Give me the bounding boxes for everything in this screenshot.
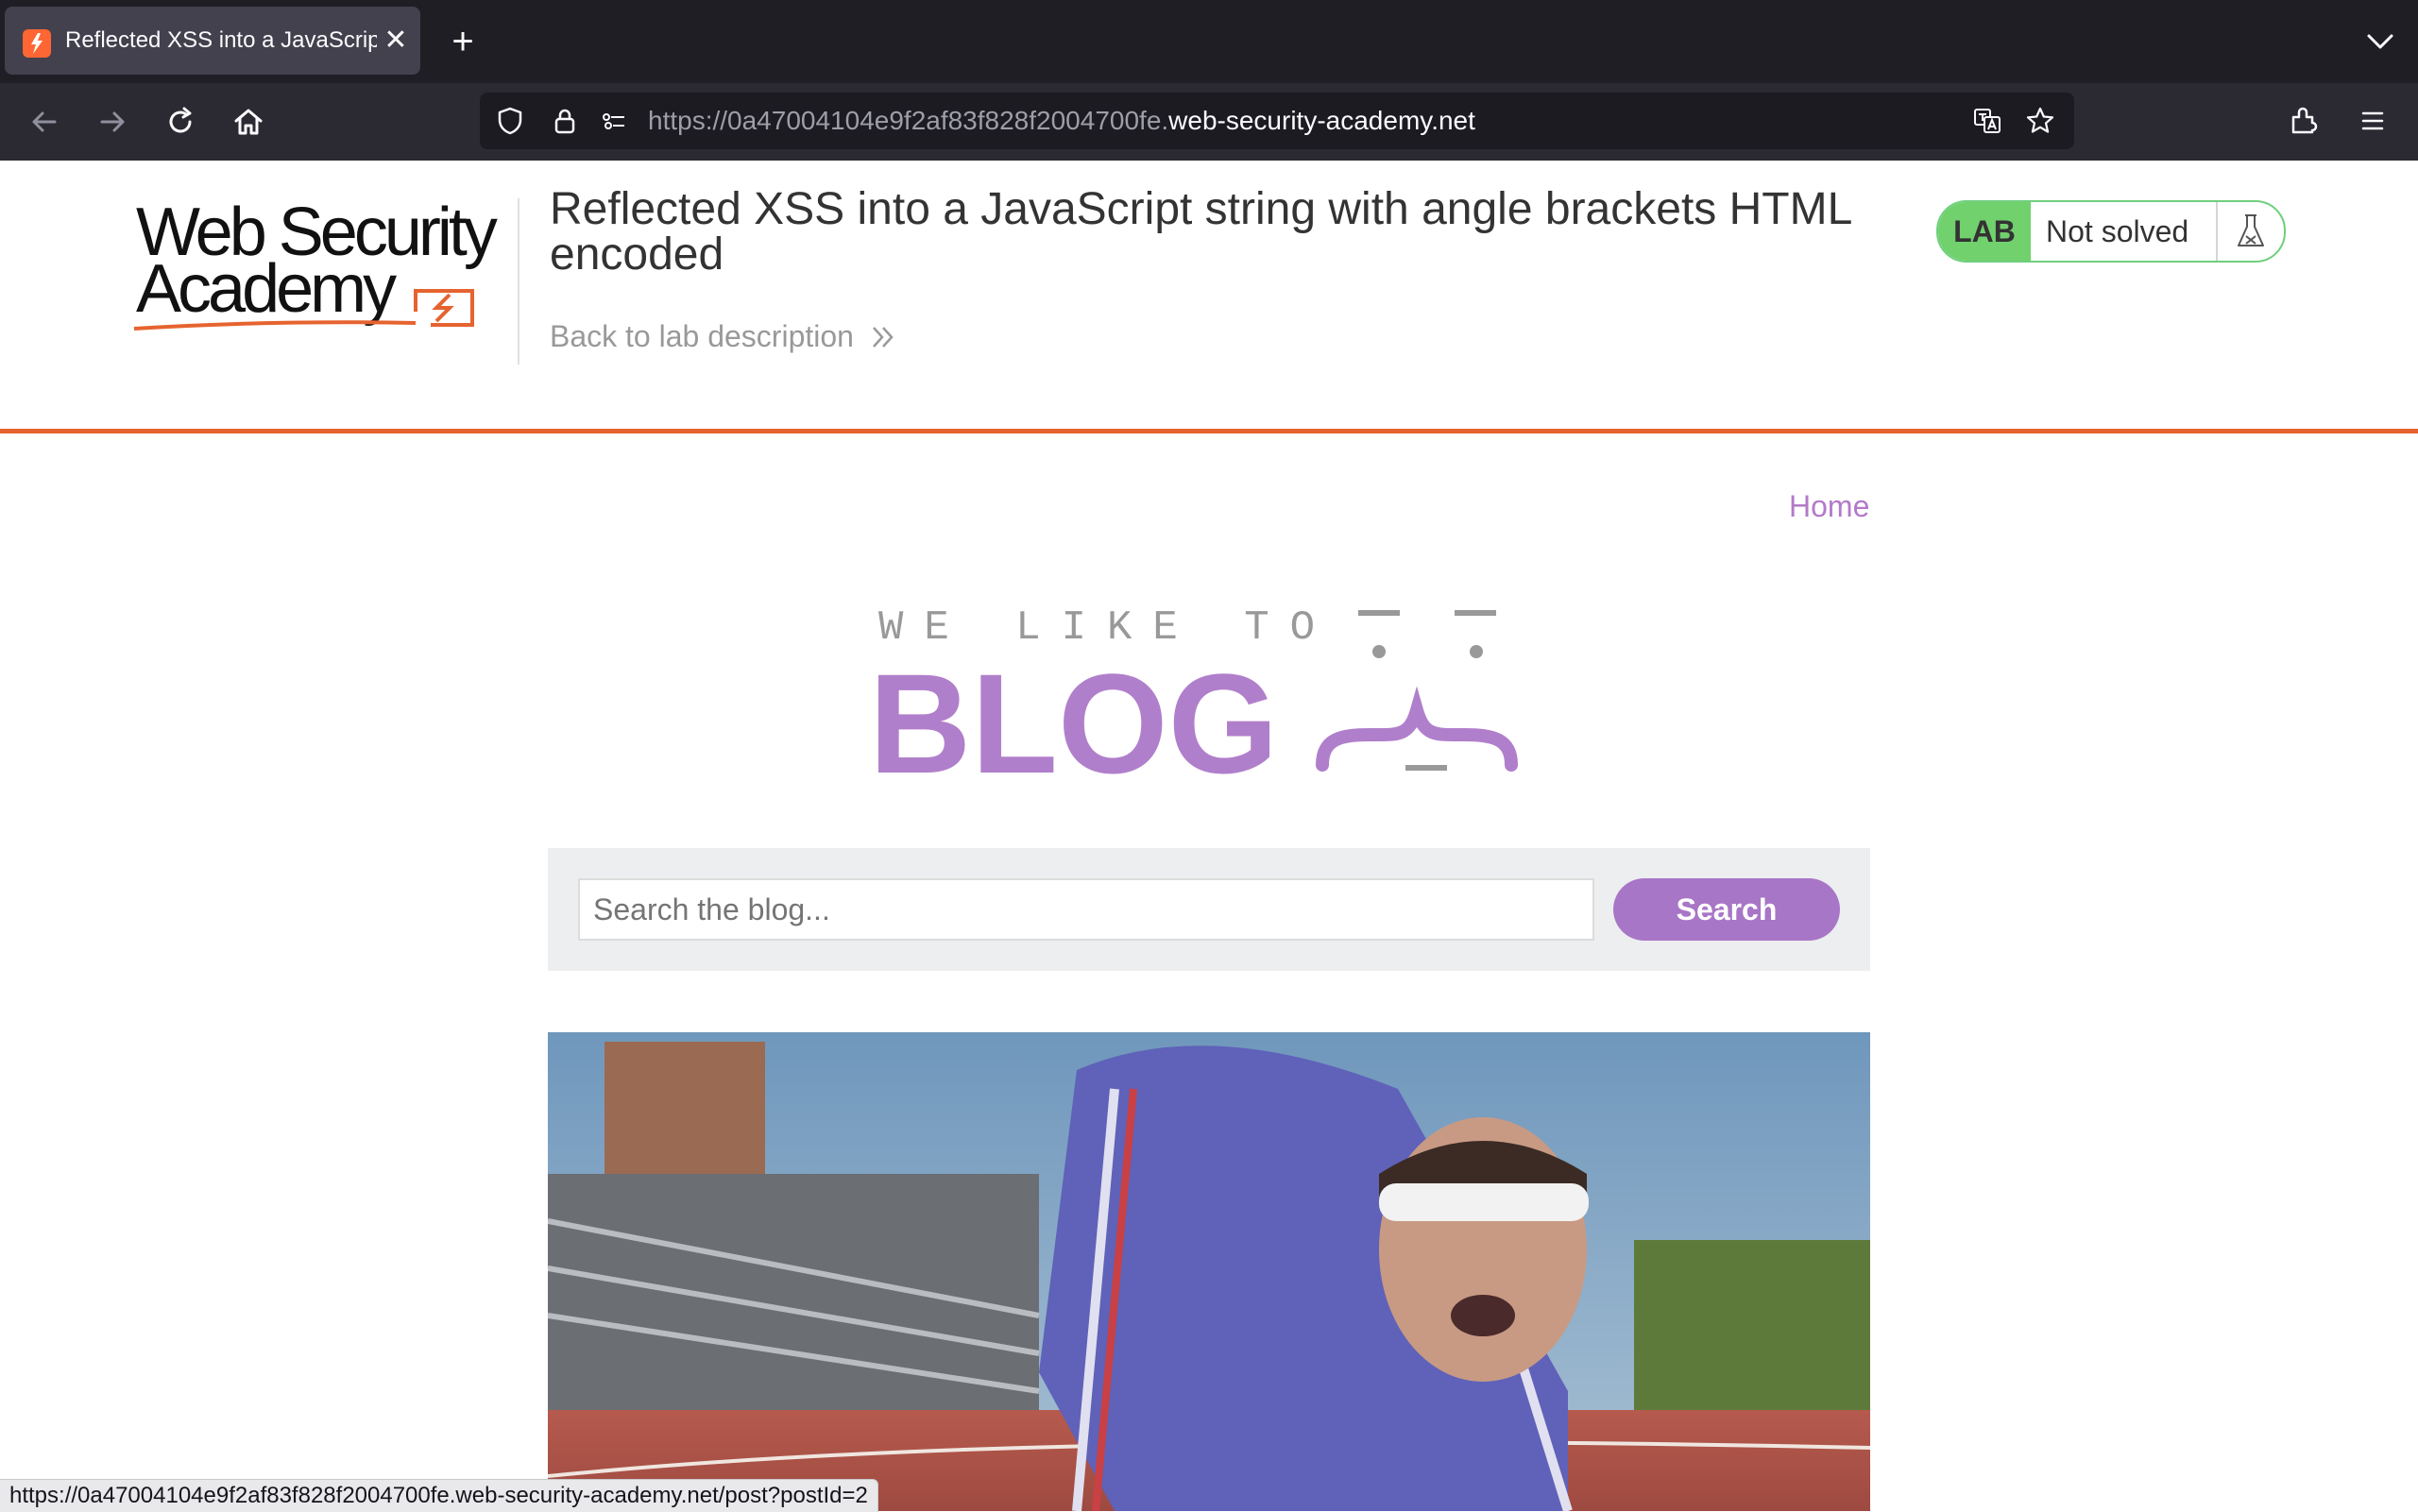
home-icon[interactable]: [227, 100, 270, 144]
new-tab-icon[interactable]: +: [444, 21, 482, 62]
lab-badge: LAB: [1938, 202, 2031, 261]
extensions-icon[interactable]: [2284, 100, 2325, 142]
url-text[interactable]: https://0a47004104e9f2af83f828f2004700fe…: [648, 93, 1475, 149]
lab-status-widget: LAB Not solved: [1936, 200, 2286, 263]
search-panel: Search: [548, 848, 1870, 971]
browser-tab-active[interactable]: Reflected XSS into a JavaScript string w…: [5, 7, 420, 75]
blog-post-image[interactable]: [548, 1032, 1870, 1511]
search-button[interactable]: Search: [1613, 878, 1840, 941]
flask-icon[interactable]: [2218, 202, 2284, 261]
reload-icon[interactable]: [159, 100, 202, 144]
header-divider: [518, 198, 519, 365]
browser-nav-bar: https://0a47004104e9f2af83f828f2004700fe…: [0, 83, 2418, 161]
shield-icon[interactable]: [495, 106, 525, 136]
tab-close-icon[interactable]: ✕: [381, 24, 411, 58]
nav-home-link[interactable]: Home: [1789, 489, 1869, 524]
site-permissions-icon[interactable]: [599, 106, 629, 136]
portswigger-favicon-icon: [23, 29, 51, 58]
link-preview-status-bar: https://0a47004104e9f2af83f828f2004700fe…: [0, 1479, 878, 1512]
tab-list-chevron-icon[interactable]: [2363, 25, 2397, 59]
browser-tab-bar: Reflected XSS into a JavaScript string w…: [0, 0, 2418, 83]
tab-title: Reflected XSS into a JavaScript string w…: [65, 27, 377, 53]
lock-icon[interactable]: [550, 106, 580, 136]
forward-arrow-icon[interactable]: [91, 100, 134, 144]
address-bar[interactable]: https://0a47004104e9f2af83f828f2004700fe…: [480, 93, 2074, 149]
lab-status-text: Not solved: [2031, 202, 2218, 261]
we-like-to-blog-banner: WE LIKE TO BLOG: [869, 595, 1549, 803]
url-prefix: https://0a47004104e9f2af83f828f2004700fe…: [648, 106, 1169, 135]
menu-hamburger-icon[interactable]: [2352, 100, 2393, 142]
back-to-lab-description-link[interactable]: Back to lab description: [550, 319, 895, 354]
logo-line2: Academy: [136, 251, 397, 327]
double-chevron-right-icon: [873, 326, 894, 348]
lab-header: Web Security Academy Reflected XSS into …: [0, 161, 2418, 433]
search-input[interactable]: [578, 878, 1594, 941]
back-arrow-icon[interactable]: [23, 100, 66, 144]
url-host: web-security-academy.net: [1168, 106, 1475, 135]
bookmark-star-icon[interactable]: [2025, 106, 2055, 136]
banner-blog-word: BLOG: [869, 644, 1278, 784]
lab-title: Reflected XSS into a JavaScript string w…: [550, 184, 1851, 280]
back-link-label: Back to lab description: [550, 319, 854, 353]
web-security-academy-logo[interactable]: Web Security Academy: [132, 195, 519, 331]
translate-icon[interactable]: [1972, 106, 2002, 136]
